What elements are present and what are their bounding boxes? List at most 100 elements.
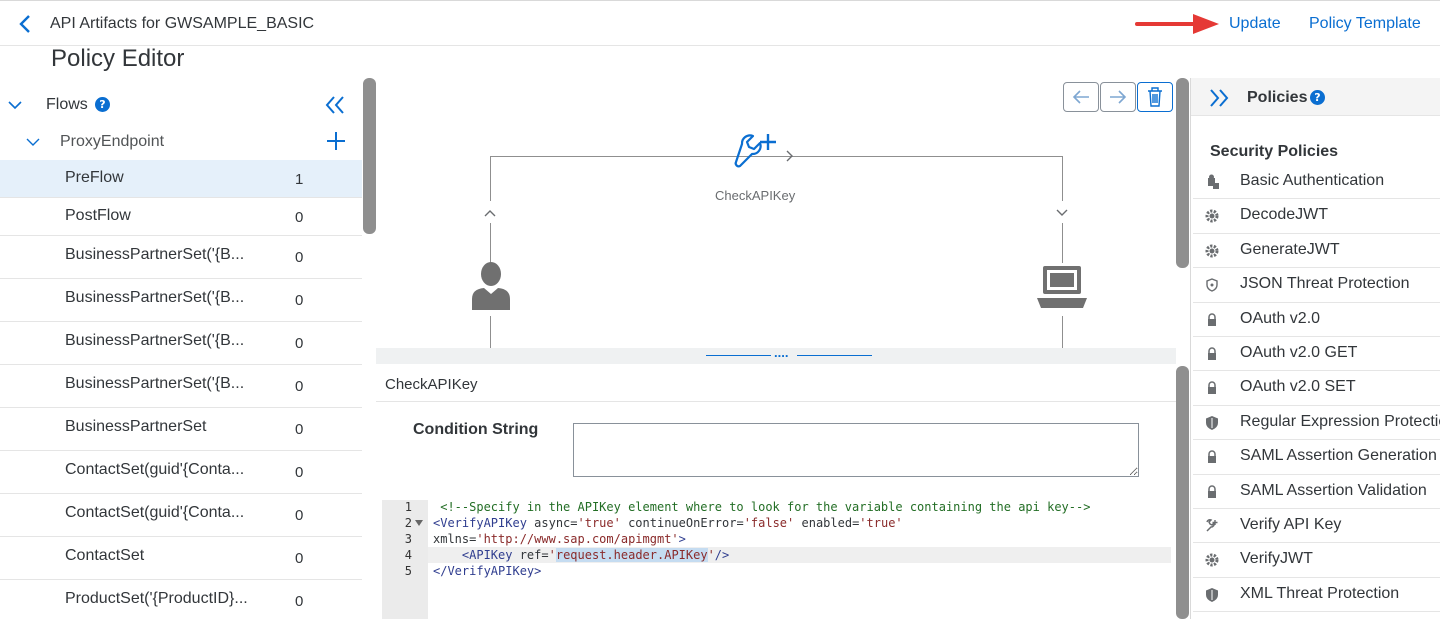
detail-title: CheckAPIKey [385, 376, 478, 393]
flow-row[interactable]: BusinessPartnerSet('{B... 0 [0, 322, 362, 365]
redo-button[interactable] [1100, 82, 1136, 112]
flow-policy-count: 0 [295, 593, 304, 610]
policy-template-link[interactable]: Policy Template [1309, 15, 1421, 33]
shield-icon [1206, 587, 1218, 602]
gear-icon [1205, 553, 1219, 567]
flow-policy-count: 0 [295, 550, 304, 567]
flow-policy-count: 0 [295, 378, 304, 395]
policy-name: OAuth v2.0 [1240, 309, 1321, 327]
code-editor[interactable]: 1 2 3 4 5 <!--Specify in the APIKey elem… [382, 500, 1171, 619]
flow-policy-count: 0 [295, 335, 304, 352]
flow-policy-count: 0 [295, 249, 304, 266]
update-link[interactable]: Update [1229, 15, 1281, 33]
flow-name: ContactSet [65, 547, 145, 564]
chevron-down-icon[interactable] [8, 100, 22, 110]
flow-row[interactable]: BusinessPartnerSet 0 [0, 408, 362, 451]
policy-name: OAuth v2.0 GET [1240, 343, 1358, 361]
canvas-scrollbar[interactable] [1176, 78, 1189, 268]
code-line: <VerifyAPIKey async='true' continueOnErr… [433, 516, 903, 530]
policy-step-label[interactable]: CheckAPIKey [715, 188, 795, 203]
expand-right-icon[interactable] [1208, 87, 1230, 109]
line-number: 3 [404, 532, 412, 546]
flow-row[interactable]: PostFlow 0 [0, 198, 362, 236]
policy-item[interactable]: JSON Threat Protection [1193, 268, 1440, 303]
flow-row[interactable]: ProductSet('{ProductID}... 0 [0, 580, 362, 619]
flow-name: BusinessPartnerSet('{B... [65, 375, 245, 392]
flow-row[interactable]: ContactSet 0 [0, 537, 362, 580]
wrench-add-icon[interactable] [732, 130, 778, 176]
policy-item[interactable]: OAuth v2.0 GET [1193, 337, 1440, 372]
flow-policy-count: 0 [295, 464, 304, 481]
add-icon[interactable] [325, 130, 347, 152]
line-number: 4 [404, 548, 412, 562]
policies-title: Policies [1247, 89, 1308, 106]
page-title: Policy Editor [51, 45, 185, 72]
policy-name: VerifyJWT [1240, 550, 1313, 568]
annotation-arrow-icon [1135, 14, 1219, 34]
flows-label: Flows [46, 96, 88, 113]
chevron-right-icon [786, 150, 793, 162]
gear-icon [1205, 244, 1219, 258]
flow-connector [1062, 223, 1063, 263]
divider [376, 401, 1176, 402]
code-line: <!--Specify in the APIKey element where … [433, 500, 1091, 514]
flow-row[interactable]: PreFlow 1 [0, 160, 362, 198]
policy-item[interactable]: VerifyJWT [1193, 543, 1440, 578]
flow-row[interactable]: BusinessPartnerSet('{B... 0 [0, 365, 362, 408]
panel-splitter[interactable]: .... [376, 345, 1176, 364]
arrow-left-icon [1072, 90, 1089, 104]
chevron-up-icon [484, 210, 496, 217]
collapse-left-icon[interactable] [324, 94, 346, 116]
code-line: </VerifyAPIKey> [433, 564, 542, 578]
user-icon [472, 262, 510, 310]
left-scrollbar[interactable] [363, 78, 376, 234]
detail-scrollbar[interactable] [1176, 366, 1189, 619]
back-arrow-icon[interactable] [16, 13, 36, 35]
policy-name: DecodeJWT [1240, 206, 1329, 224]
user-lock-icon [1208, 174, 1219, 189]
line-number: 5 [404, 564, 412, 578]
flow-row[interactable]: BusinessPartnerSet('{B... 0 [0, 279, 362, 322]
lock-icon [1208, 484, 1216, 498]
help-icon[interactable]: ? [95, 97, 110, 112]
policy-item[interactable]: GenerateJWT [1193, 234, 1440, 269]
flow-list: PreFlow 1 PostFlow 0 BusinessPartnerSet('{B.… [0, 160, 362, 619]
line-number: 2 [404, 516, 412, 530]
flow-name: PostFlow [65, 207, 131, 224]
policy-item[interactable]: OAuth v2.0 SET [1193, 371, 1440, 406]
lock-icon [1208, 381, 1216, 395]
condition-string-input[interactable] [573, 423, 1139, 477]
policy-item[interactable]: DecodeJWT [1193, 199, 1440, 234]
policy-item[interactable]: OAuth v2.0 [1193, 303, 1440, 337]
policy-name: Basic Authentication [1240, 172, 1385, 189]
flow-row[interactable]: BusinessPartnerSet('{B... 0 [0, 236, 362, 279]
flows-header: Flows ? [0, 78, 362, 130]
delete-button[interactable] [1137, 82, 1173, 112]
policy-item[interactable]: Verify API Key [1193, 509, 1440, 544]
help-icon[interactable]: ? [1310, 90, 1325, 105]
splitter-grip: .... [774, 345, 789, 360]
gear-icon [1205, 209, 1219, 223]
flow-connector [490, 316, 491, 348]
policy-item[interactable]: SAML Assertion Validation [1193, 475, 1440, 509]
breadcrumb[interactable]: API Artifacts for GWSAMPLE_BASIC [50, 15, 314, 33]
policy-item[interactable]: XML Threat Protection [1193, 578, 1440, 613]
shield-icon [1206, 415, 1218, 430]
fold-icon[interactable] [415, 520, 423, 526]
policy-item[interactable]: Basic Authentication [1193, 165, 1440, 200]
policy-name: GenerateJWT [1240, 240, 1340, 258]
policy-detail: CheckAPIKey Condition String 1 2 3 4 5 <… [376, 364, 1176, 619]
editor-area: CheckAPIKey .... CheckAPIKey Condition S… [376, 78, 1190, 619]
policy-item[interactable]: SAML Assertion Generation [1193, 440, 1440, 475]
flow-row[interactable]: ContactSet(guid'{Conta... 0 [0, 494, 362, 537]
policy-name: Verify API Key [1240, 515, 1342, 533]
undo-button[interactable] [1063, 82, 1099, 112]
flow-name: BusinessPartnerSet('{B... [65, 289, 245, 306]
chevron-down-icon[interactable] [26, 137, 40, 147]
flow-connector [490, 223, 491, 263]
flow-row[interactable]: ContactSet(guid'{Conta... 0 [0, 451, 362, 494]
policy-name: XML Threat Protection [1240, 584, 1400, 602]
header-bar: API Artifacts for GWSAMPLE_BASIC Update … [0, 0, 1440, 46]
policy-item[interactable]: Regular Expression Protection [1193, 406, 1440, 441]
flow-name: BusinessPartnerSet('{B... [65, 246, 245, 263]
